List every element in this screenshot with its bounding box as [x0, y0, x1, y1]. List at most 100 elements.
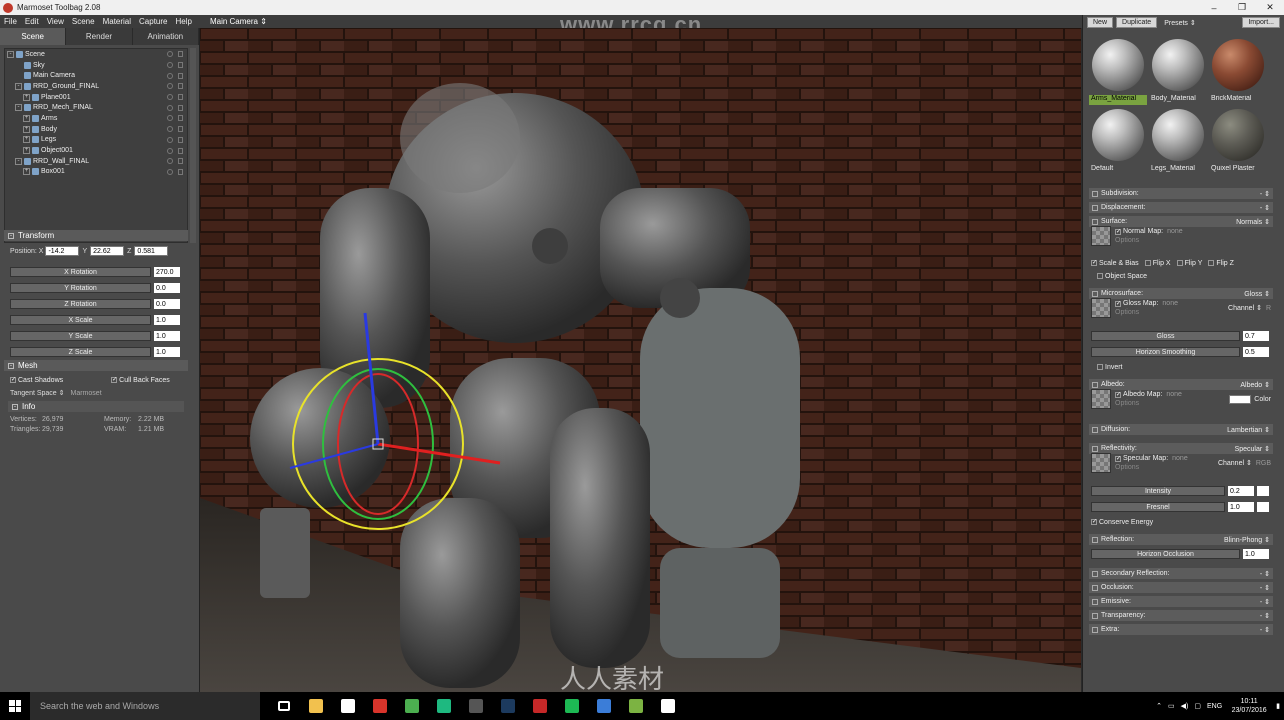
search-box[interactable]: Search the web and Windows: [30, 692, 260, 720]
menu-edit[interactable]: Edit: [21, 17, 43, 26]
section-dropdown[interactable]: Normals ⇕: [1236, 218, 1270, 226]
reflectivity-section[interactable]: Reflectivity: Specular ⇕: [1089, 443, 1273, 454]
lock-icon[interactable]: [178, 147, 183, 154]
diffusion-section[interactable]: Diffusion: Lambertian ⇕: [1089, 424, 1273, 435]
slider-track[interactable]: Fresnel: [1091, 502, 1225, 512]
slider-value-field[interactable]: 0.5: [1243, 347, 1269, 357]
slider-track[interactable]: X Rotation: [10, 267, 151, 277]
outliner-item[interactable]: Main Camera: [5, 70, 187, 81]
map-file[interactable]: none: [1162, 300, 1178, 307]
transform-slider[interactable]: Z Scale 1.0: [10, 346, 180, 358]
slider-value-field[interactable]: 1.0: [1228, 502, 1254, 512]
expand-toggle-icon[interactable]: +: [23, 125, 30, 133]
visibility-icon[interactable]: [167, 147, 173, 154]
fresnel-slider[interactable]: Fresnel 1.0: [1091, 501, 1269, 513]
outliner-item[interactable]: + Plane001: [5, 92, 187, 103]
position-y-field[interactable]: 22.62: [90, 246, 125, 256]
slider-value-field[interactable]: 1.0: [154, 331, 180, 341]
visibility-icon[interactable]: [167, 168, 173, 175]
taskbar-app[interactable]: [300, 692, 332, 720]
outliner-item[interactable]: - Scene: [5, 49, 187, 60]
slider-value-field[interactable]: 270.0: [154, 267, 180, 277]
outliner-item[interactable]: Sky: [5, 60, 187, 71]
section-dropdown[interactable]: - ⇕: [1260, 584, 1270, 592]
lock-icon[interactable]: [178, 83, 183, 90]
presets-dropdown[interactable]: Presets ⇕: [1164, 19, 1196, 27]
language-indicator[interactable]: ENG: [1207, 703, 1222, 710]
reflection-section[interactable]: Reflection: Blinn-Phong ⇕: [1089, 534, 1273, 545]
camera-selector[interactable]: Main Camera ⇕: [210, 17, 267, 26]
texture-slot[interactable]: [1091, 453, 1111, 473]
material-thumbnail[interactable]: Arms_Material: [1089, 37, 1147, 105]
outliner-item[interactable]: - RRD_Mech_FINAL: [5, 102, 187, 113]
menu-capture[interactable]: Capture: [135, 17, 171, 26]
tab-scene[interactable]: Scene: [0, 28, 67, 45]
lock-icon[interactable]: [178, 104, 183, 111]
options-button[interactable]: Options: [1115, 400, 1182, 407]
color-swatch[interactable]: [1257, 502, 1269, 512]
microsurface-section[interactable]: Microsurface: Gloss ⇕: [1089, 288, 1273, 299]
tangent-space-dropdown[interactable]: Tangent Space ⇕: [10, 389, 65, 397]
outliner-scrollbar[interactable]: [190, 48, 196, 243]
lock-icon[interactable]: [178, 168, 183, 175]
section-dropdown[interactable]: - ⇕: [1260, 190, 1270, 198]
specular-map-checkbox[interactable]: ✓ Specular Map:: [1115, 455, 1168, 462]
slider-value-field[interactable]: 0.0: [154, 299, 180, 309]
texture-slot[interactable]: [1091, 226, 1111, 246]
slider-value-field[interactable]: 1.0: [154, 347, 180, 357]
map-file[interactable]: none: [1172, 455, 1188, 462]
texture-slot[interactable]: [1091, 389, 1111, 409]
menu-view[interactable]: View: [43, 17, 68, 26]
section-dropdown[interactable]: Albedo ⇕: [1240, 381, 1270, 389]
lock-icon[interactable]: [178, 72, 183, 79]
expand-toggle-icon[interactable]: +: [23, 93, 30, 101]
outliner-item[interactable]: + Box001: [5, 167, 187, 178]
taskbar-app[interactable]: [652, 692, 684, 720]
albedo-section[interactable]: Albedo: Albedo ⇕: [1089, 379, 1273, 390]
options-button[interactable]: Options: [1115, 309, 1178, 316]
visibility-icon[interactable]: [167, 62, 173, 69]
material-thumbnail[interactable]: Legs_Material: [1149, 107, 1207, 175]
taskbar-app[interactable]: [620, 692, 652, 720]
flip-y-checkbox[interactable]: Flip Y: [1176, 260, 1202, 267]
taskbar-app[interactable]: [364, 692, 396, 720]
slider-track[interactable]: Z Rotation: [10, 299, 151, 309]
visibility-icon[interactable]: [167, 94, 173, 101]
section-dropdown[interactable]: - ⇕: [1260, 570, 1270, 578]
invert-checkbox[interactable]: Invert: [1097, 364, 1123, 371]
section-dropdown[interactable]: Blinn-Phong ⇕: [1224, 536, 1270, 544]
lock-icon[interactable]: [178, 158, 183, 165]
expand-toggle-icon[interactable]: -: [15, 82, 22, 90]
flip-x-checkbox[interactable]: Flip X: [1144, 260, 1171, 267]
outliner-item[interactable]: - RRD_Wall_FINAL: [5, 156, 187, 167]
transform-slider[interactable]: X Rotation 270.0: [10, 266, 180, 278]
visibility-icon[interactable]: [167, 83, 173, 90]
section-dropdown[interactable]: - ⇕: [1260, 204, 1270, 212]
menu-file[interactable]: File: [0, 17, 21, 26]
object-space-checkbox[interactable]: Object Space: [1097, 273, 1147, 280]
volume-icon[interactable]: ◀): [1181, 702, 1189, 710]
chevron-up-icon[interactable]: ⌃: [1156, 702, 1162, 710]
slider-value-field[interactable]: 0.2: [1228, 486, 1254, 496]
options-button[interactable]: Options: [1115, 237, 1183, 244]
expand-toggle-icon[interactable]: +: [23, 136, 30, 144]
visibility-icon[interactable]: [167, 51, 173, 58]
tab-render[interactable]: Render: [66, 28, 133, 45]
albedo-map-checkbox[interactable]: ✓ Albedo Map:: [1115, 391, 1162, 398]
section-dropdown[interactable]: - ⇕: [1260, 612, 1270, 620]
action-center-icon[interactable]: ▮: [1276, 702, 1280, 710]
position-x-field[interactable]: -14.2: [45, 246, 80, 256]
transform-slider[interactable]: Z Rotation 0.0: [10, 298, 180, 310]
expand-toggle-icon[interactable]: +: [23, 114, 30, 122]
section-dropdown[interactable]: Gloss ⇕: [1244, 290, 1270, 298]
normal-map-checkbox[interactable]: ✓ Normal Map:: [1115, 228, 1163, 235]
emissive-section[interactable]: Emissive: - ⇕: [1089, 596, 1273, 607]
gloss-map-checkbox[interactable]: ✓ Gloss Map:: [1115, 300, 1158, 307]
taskbar-app[interactable]: [460, 692, 492, 720]
lock-icon[interactable]: [178, 62, 183, 69]
section-dropdown[interactable]: Lambertian ⇕: [1227, 426, 1270, 434]
taskbar-app[interactable]: [524, 692, 556, 720]
horizon-occlusion-slider[interactable]: Horizon Occlusion 1.0: [1091, 548, 1269, 560]
conserve-energy-checkbox[interactable]: ✓ Conserve Energy: [1091, 519, 1153, 526]
expand-toggle-icon[interactable]: +: [23, 168, 30, 176]
